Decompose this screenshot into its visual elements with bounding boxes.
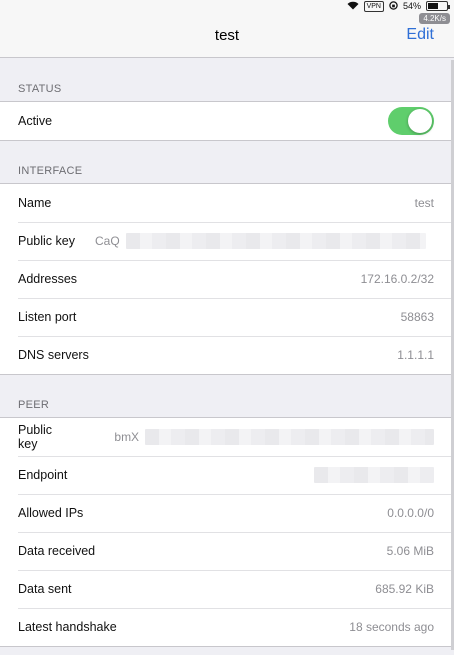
redacted-endpoint-block	[314, 467, 434, 483]
name-value: test	[414, 196, 434, 210]
addresses-row: Addresses 172.16.0.2/32	[0, 260, 454, 298]
addresses-value: 172.16.0.2/32	[360, 272, 434, 286]
peer-group: Public key bmX Endpoint Allowed IPs 0.0.…	[0, 417, 454, 647]
allowed-ips-label: Allowed IPs	[18, 506, 84, 520]
toggle-knob	[408, 109, 432, 133]
data-sent-value: 685.92 KiB	[375, 582, 434, 596]
public-key-label: Public key	[18, 234, 75, 248]
dns-servers-label: DNS servers	[18, 348, 89, 362]
wifi-icon	[347, 1, 359, 12]
edit-button[interactable]: Edit	[406, 26, 434, 44]
dns-servers-row: DNS servers 1.1.1.1	[0, 336, 454, 374]
latest-handshake-value: 18 seconds ago	[349, 620, 434, 634]
endpoint-row: Endpoint	[0, 456, 454, 494]
interface-public-key-row: Public key CaQ	[0, 222, 454, 260]
active-row: Active	[0, 102, 454, 140]
tunnel-detail: STATUS Active INTERFACE Name test Public…	[0, 59, 454, 647]
peer-section-header: PEER	[18, 399, 50, 411]
endpoint-label: Endpoint	[18, 468, 68, 482]
name-label: Name	[18, 196, 52, 210]
data-received-row: Data received 5.06 MiB	[0, 532, 454, 570]
allowed-ips-row: Allowed IPs 0.0.0.0/0	[0, 494, 454, 532]
listen-port-row: Listen port 58863	[0, 298, 454, 336]
latest-handshake-label: Latest handshake	[18, 620, 117, 634]
active-label: Active	[18, 114, 53, 128]
latest-handshake-row: Latest handshake 18 seconds ago	[0, 608, 454, 646]
status-group: Active	[0, 101, 454, 141]
interface-section-header: INTERFACE	[18, 165, 83, 177]
battery-percent: 54%	[402, 1, 421, 11]
dns-servers-value: 1.1.1.1	[397, 348, 434, 362]
status-section-header: STATUS	[18, 83, 62, 95]
allowed-ips-value: 0.0.0.0/0	[387, 506, 434, 520]
active-toggle[interactable]	[388, 107, 434, 135]
interface-name-row: Name test	[0, 184, 454, 222]
redacted-key-block	[145, 429, 434, 445]
redacted-key-block	[125, 233, 426, 249]
data-sent-label: Data sent	[18, 582, 72, 596]
rotation-lock-icon	[389, 0, 398, 12]
addresses-label: Addresses	[18, 272, 78, 286]
interface-group: Name test Public key CaQ Addresses 172.1…	[0, 183, 454, 375]
peer-public-key-row: Public key bmX	[0, 418, 454, 456]
page-title: test	[214, 27, 240, 44]
peer-public-key-label: Public key	[18, 423, 53, 451]
vpn-badge: VPN	[363, 0, 384, 12]
public-key-value: CaQ	[94, 234, 120, 248]
data-sent-row: Data sent 685.92 KiB	[0, 570, 454, 608]
network-speed-badge: 4.2K/s	[419, 13, 450, 24]
data-received-value: 5.06 MiB	[386, 544, 434, 558]
peer-public-key-value: bmX	[114, 430, 140, 444]
listen-port-value: 58863	[400, 310, 434, 324]
listen-port-label: Listen port	[18, 310, 77, 324]
battery-icon	[426, 1, 450, 11]
data-received-label: Data received	[18, 544, 96, 558]
status-bar: VPN 54%	[0, 0, 454, 12]
